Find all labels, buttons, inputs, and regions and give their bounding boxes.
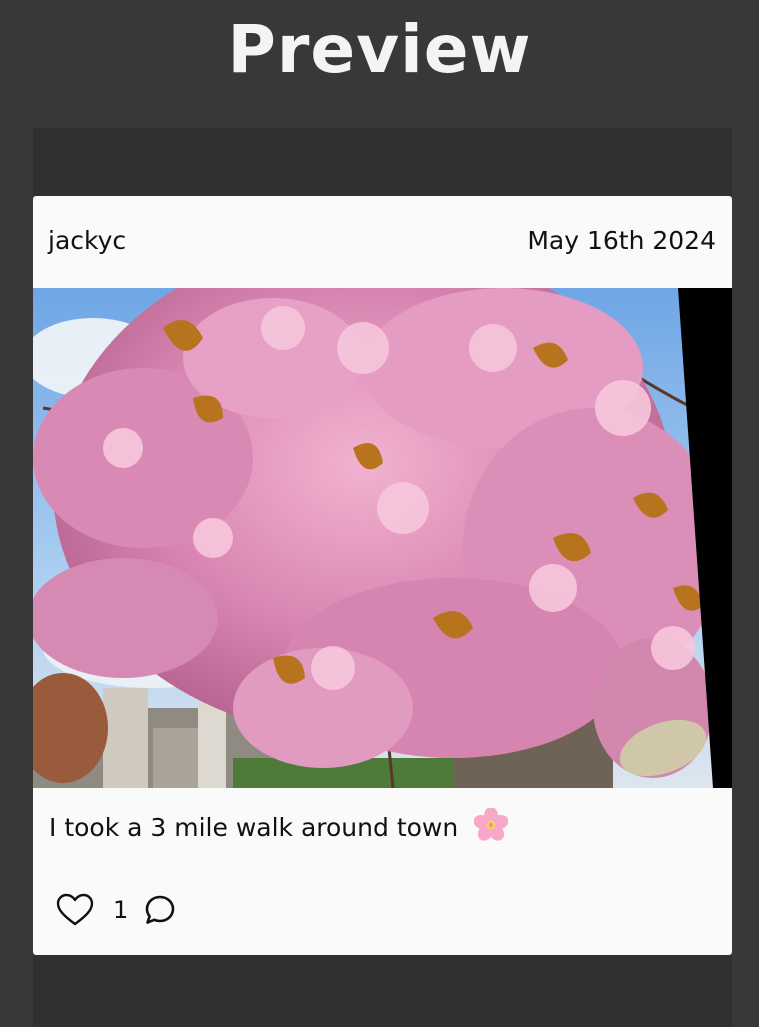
like-count: 1: [113, 896, 129, 924]
post-actions: 1: [55, 890, 180, 930]
post-photo: [33, 288, 732, 788]
cherry-blossom-icon: [474, 808, 509, 841]
post-date: May 16th 2024: [527, 226, 716, 255]
heart-icon: [56, 893, 94, 926]
comment-bubble-icon: [145, 895, 175, 924]
page-title: Preview: [227, 11, 532, 88]
post-caption: I took a 3 mile walk around town: [49, 808, 509, 842]
post-header: jackyc May 16th 2024: [33, 196, 732, 288]
post-card: jackyc May 16th 2024 I took a 3 mile wal…: [33, 196, 732, 955]
post-username[interactable]: jackyc: [48, 226, 126, 255]
comment-button[interactable]: [140, 890, 180, 930]
post-caption-text: I took a 3 mile walk around town: [49, 813, 459, 842]
preview-screen: Preview jackyc May 16th 2024 I took a 3 …: [0, 0, 759, 1027]
like-button[interactable]: [55, 890, 95, 930]
